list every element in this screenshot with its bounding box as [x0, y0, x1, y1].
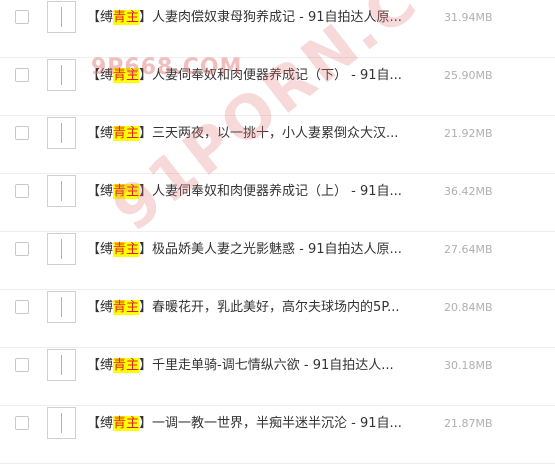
file-name[interactable]: 【缚青主】千里走单骑-调七情纵六欲 - 91自拍达人... — [87, 356, 432, 376]
file-tag-open: 【缚 — [87, 300, 114, 315]
file-tag-open: 【缚 — [87, 242, 114, 257]
select-checkbox[interactable] — [15, 242, 29, 256]
file-thumbnail — [47, 349, 76, 381]
file-tag-close: 】 — [139, 68, 153, 83]
file-title-text: 人妻伺奉奴和肉便器养成记（上） - 91自... — [152, 184, 402, 199]
file-row[interactable]: 【缚青主】人妻伺奉奴和肉便器养成记（上） - 91自... 36.42MB — [0, 174, 555, 232]
file-tag-close: 】 — [139, 126, 153, 141]
file-name[interactable]: 【缚青主】三天两夜，以一挑十，小人妻累倒众大汉... — [87, 124, 432, 144]
file-thumbnail — [47, 233, 76, 265]
file-tag-highlight: 青主 — [113, 184, 140, 199]
file-thumbnail — [47, 407, 76, 439]
file-size: 30.18MB — [444, 359, 493, 372]
file-title-text: 千里走单骑-调七情纵六欲 - 91自拍达人... — [152, 358, 394, 373]
file-tag-highlight: 青主 — [113, 126, 140, 141]
file-tag-open: 【缚 — [87, 68, 114, 83]
select-checkbox[interactable] — [15, 68, 29, 82]
file-row[interactable]: 【缚青主】极品娇美人妻之光影魅惑 - 91自拍达人原... 27.64MB — [0, 232, 555, 290]
file-tag-close: 】 — [139, 184, 153, 199]
file-size: 21.87MB — [444, 417, 493, 430]
file-thumbnail — [47, 1, 76, 33]
file-name[interactable]: 【缚青主】极品娇美人妻之光影魅惑 - 91自拍达人原... — [87, 240, 432, 260]
file-row[interactable]: 【缚青主】千里走单骑-调七情纵六欲 - 91自拍达人... 30.18MB — [0, 348, 555, 406]
file-tag-highlight: 青主 — [113, 10, 140, 25]
file-row[interactable]: 【缚青主】一调一教一世界，半痴半迷半沉沦 - 91自... 21.87MB — [0, 406, 555, 464]
file-row[interactable]: 【缚青主】春暖花开，乳此美好，高尔夫球场内的5P... 20.84MB — [0, 290, 555, 348]
file-name[interactable]: 【缚青主】一调一教一世界，半痴半迷半沉沦 - 91自... — [87, 414, 432, 434]
file-size: 31.94MB — [444, 11, 493, 24]
file-row[interactable]: 【缚青主】人妻伺奉奴和肉便器养成记（下） - 91自... 25.90MB — [0, 58, 555, 116]
file-tag-close: 】 — [139, 242, 153, 257]
file-tag-highlight: 青主 — [113, 300, 140, 315]
file-title-text: 人妻肉偿奴隶母狗养成记 - 91自拍达人原... — [152, 10, 402, 25]
select-checkbox[interactable] — [15, 126, 29, 140]
file-title-text: 春暖花开，乳此美好，高尔夫球场内的5P... — [152, 300, 400, 315]
file-tag-highlight: 青主 — [113, 358, 140, 373]
file-size: 36.42MB — [444, 185, 493, 198]
file-name[interactable]: 【缚青主】人妻伺奉奴和肉便器养成记（下） - 91自... — [87, 66, 432, 86]
file-title-text: 一调一教一世界，半痴半迷半沉沦 - 91自... — [152, 416, 402, 431]
select-checkbox[interactable] — [15, 358, 29, 372]
file-tag-open: 【缚 — [87, 184, 114, 199]
file-size: 20.84MB — [444, 301, 493, 314]
select-checkbox[interactable] — [15, 10, 29, 24]
file-tag-highlight: 青主 — [113, 416, 140, 431]
file-tag-open: 【缚 — [87, 416, 114, 431]
select-checkbox[interactable] — [15, 300, 29, 314]
file-name[interactable]: 【缚青主】人妻伺奉奴和肉便器养成记（上） - 91自... — [87, 182, 432, 202]
file-size: 21.92MB — [444, 127, 493, 140]
file-row[interactable]: 【缚青主】人妻肉偿奴隶母狗养成记 - 91自拍达人原... 31.94MB — [0, 0, 555, 58]
file-thumbnail — [47, 291, 76, 323]
file-name[interactable]: 【缚青主】春暖花开，乳此美好，高尔夫球场内的5P... — [87, 298, 432, 318]
file-tag-highlight: 青主 — [113, 242, 140, 257]
file-tag-open: 【缚 — [87, 358, 114, 373]
file-list: 【缚青主】人妻肉偿奴隶母狗养成记 - 91自拍达人原... 31.94MB 【缚… — [0, 0, 555, 464]
select-checkbox[interactable] — [15, 416, 29, 430]
file-tag-close: 】 — [139, 358, 153, 373]
file-row[interactable]: 【缚青主】三天两夜，以一挑十，小人妻累倒众大汉... 21.92MB — [0, 116, 555, 174]
file-size: 27.64MB — [444, 243, 493, 256]
file-title-text: 人妻伺奉奴和肉便器养成记（下） - 91自... — [152, 68, 402, 83]
file-title-text: 三天两夜，以一挑十，小人妻累倒众大汉... — [152, 126, 399, 141]
file-tag-close: 】 — [139, 10, 153, 25]
file-tag-close: 】 — [139, 416, 153, 431]
file-title-text: 极品娇美人妻之光影魅惑 - 91自拍达人原... — [152, 242, 402, 257]
file-thumbnail — [47, 175, 76, 207]
file-tag-close: 】 — [139, 300, 153, 315]
file-size: 25.90MB — [444, 69, 493, 82]
file-tag-open: 【缚 — [87, 10, 114, 25]
file-thumbnail — [47, 59, 76, 91]
file-thumbnail — [47, 117, 76, 149]
file-tag-highlight: 青主 — [113, 68, 140, 83]
file-name[interactable]: 【缚青主】人妻肉偿奴隶母狗养成记 - 91自拍达人原... — [87, 8, 432, 28]
select-checkbox[interactable] — [15, 184, 29, 198]
file-tag-open: 【缚 — [87, 126, 114, 141]
